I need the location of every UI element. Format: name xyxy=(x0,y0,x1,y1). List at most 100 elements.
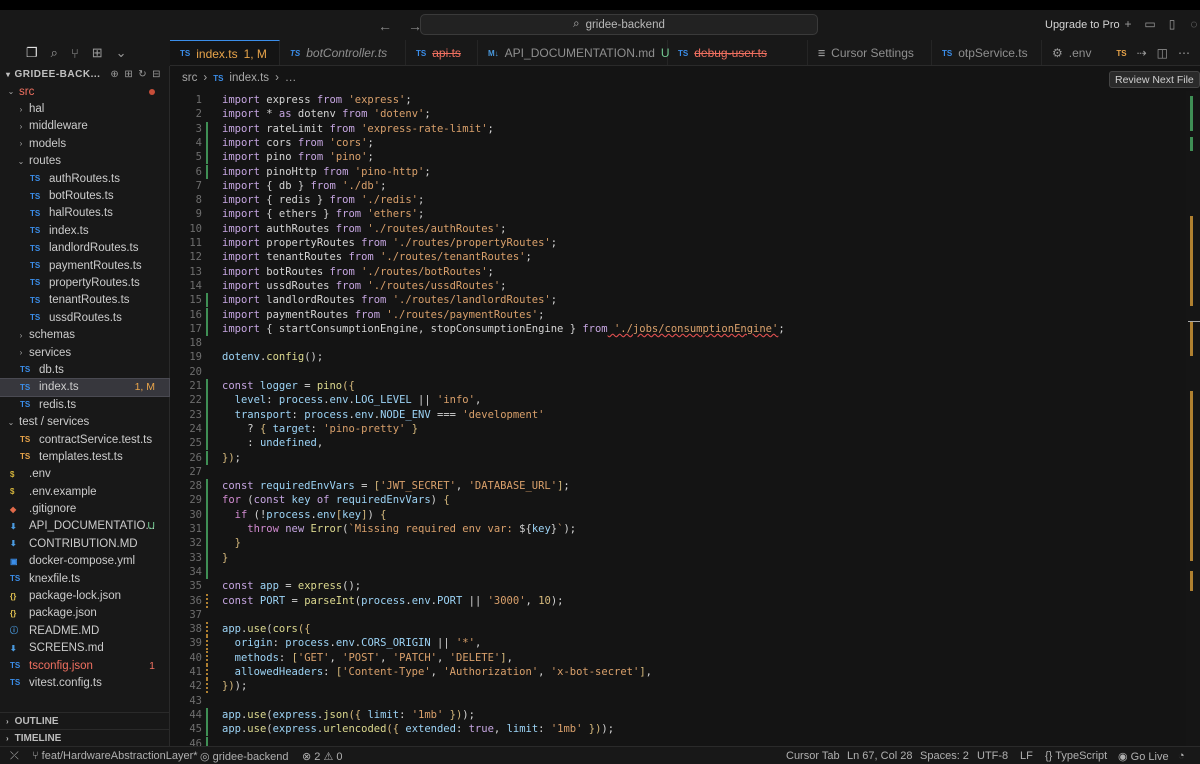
explorer-files-icon[interactable]: ❐ xyxy=(26,45,38,61)
file-item[interactable]: TS contractService.test.ts xyxy=(0,431,169,448)
code-token: , xyxy=(316,437,324,450)
file-item[interactable]: TS templates.test.ts xyxy=(0,448,169,465)
refresh-icon[interactable]: ↻ xyxy=(138,69,147,80)
file-item[interactable]: TS botRoutes.ts xyxy=(0,187,169,204)
cursor-tab-status[interactable]: Cursor Tab xyxy=(786,750,840,762)
file-item[interactable]: TS paymentRoutes.ts xyxy=(0,257,169,274)
file-item[interactable]: TS knexfile.ts xyxy=(0,570,169,587)
cfg-file-icon: TS xyxy=(10,661,21,671)
code-editor[interactable]: 1 import express from 'express'; 2 import *… xyxy=(170,91,1186,746)
toggle-sidebar-icon[interactable]: ▯ xyxy=(1165,17,1179,31)
folder-item[interactable]: ⌄ test / services xyxy=(0,413,169,430)
folder-item[interactable]: ⌄ routes xyxy=(0,153,169,170)
chat-icon[interactable]: ◌ xyxy=(1187,17,1200,31)
file-item[interactable]: TS authRoutes.ts xyxy=(0,170,169,187)
breadcrumb-symbol[interactable]: … xyxy=(285,72,297,84)
file-item[interactable]: TS tsconfig.json 1 xyxy=(0,657,169,674)
eol-status[interactable]: LF xyxy=(1020,750,1033,762)
new-icon[interactable]: + xyxy=(1121,17,1135,31)
file-item[interactable]: ⬇ API_DOCUMENTATIO... U xyxy=(0,518,169,535)
file-item[interactable]: TS db.ts xyxy=(0,361,169,378)
extensions-icon[interactable]: ⊞ xyxy=(92,45,103,61)
file-item[interactable]: ◆ .gitignore xyxy=(0,500,169,517)
new-folder-icon[interactable]: ⊞ xyxy=(124,69,133,80)
file-item[interactable]: TS tenantRoutes.ts xyxy=(0,292,169,309)
project-status[interactable]: ◎ gridee-backend xyxy=(200,750,289,763)
folder-item[interactable]: › schemas xyxy=(0,326,169,343)
new-file-icon[interactable]: ⊕ xyxy=(110,69,119,80)
toggle-panel-icon[interactable]: ▭ xyxy=(1143,17,1157,31)
file-item[interactable]: ▣ docker-compose.yml xyxy=(0,553,169,570)
file-item[interactable]: TS landlordRoutes.ts xyxy=(0,240,169,257)
editor-tab[interactable]: TS debug-user.ts xyxy=(668,40,808,65)
ts-file-icon[interactable]: TS xyxy=(1116,49,1126,58)
editor-tab[interactable]: TS botController.ts xyxy=(280,40,406,65)
editor-tab[interactable]: TS index.ts 1, M xyxy=(170,40,280,65)
code-token: use xyxy=(247,623,267,636)
file-item[interactable]: ⓘ README.MD xyxy=(0,622,169,639)
collapse-all-icon[interactable]: ⊟ xyxy=(152,69,161,80)
line-number: 11 xyxy=(189,237,202,249)
search-view-icon[interactable]: ⌕ xyxy=(51,45,58,61)
file-item[interactable]: TS halRoutes.ts xyxy=(0,205,169,222)
file-item[interactable]: TS redis.ts xyxy=(0,396,169,413)
go-live-status[interactable]: ◉ Go Live xyxy=(1118,750,1169,763)
more-actions-icon[interactable]: ⋯ xyxy=(1178,46,1190,60)
file-item[interactable]: {} package.json xyxy=(0,605,169,622)
scrollbar-minimap[interactable] xyxy=(1186,91,1200,746)
problems-status[interactable]: ⊗ 2 ⚠ 0 xyxy=(302,750,343,763)
back-arrow-icon[interactable]: ← xyxy=(378,18,392,34)
file-item[interactable]: ⬇ SCREENS.md xyxy=(0,640,169,657)
change-marker xyxy=(1190,216,1193,306)
encoding-status[interactable]: UTF-8 xyxy=(977,750,1008,762)
folder-item[interactable]: ⌄ src xyxy=(0,83,169,100)
tab-label: otpService.ts xyxy=(958,46,1028,60)
file-item[interactable]: TS index.ts 1, M xyxy=(0,377,170,398)
explorer-header[interactable]: ▾ GRIDEE-BACK... ⊕ ⊞ ↻ ⊟ xyxy=(0,66,169,83)
folder-item[interactable]: › middleware xyxy=(0,118,169,135)
editor-tab[interactable]: ☰ Cursor Settings xyxy=(808,40,932,65)
code-line: 12 import tenantRoutes from './routes/ten… xyxy=(170,250,1186,264)
upgrade-button[interactable]: Upgrade to Pro xyxy=(1045,19,1120,31)
code-token: key xyxy=(285,494,317,507)
outline-section[interactable]: › OUTLINE xyxy=(0,712,170,729)
breadcrumb-folder[interactable]: src xyxy=(182,72,197,84)
code-token: origin xyxy=(222,637,273,650)
code-line: 2 import * as dotenv from 'dotenv'; xyxy=(170,107,1186,121)
code-line: 32 } xyxy=(170,536,1186,551)
file-item[interactable]: TS ussdRoutes.ts xyxy=(0,309,169,326)
editor-tab[interactable]: M↓ API_DOCUMENTATION.md U xyxy=(478,40,670,65)
file-item[interactable]: TS vitest.config.ts xyxy=(0,674,169,691)
timeline-section[interactable]: › TIMELINE xyxy=(0,729,170,746)
editor-tab[interactable]: ⚙ .env xyxy=(1042,40,1112,65)
editor-tab[interactable]: TS otpService.ts xyxy=(932,40,1042,65)
source-control-icon[interactable]: ⑂ xyxy=(71,46,79,61)
file-item[interactable]: TS index.ts xyxy=(0,222,169,239)
breadcrumb-file[interactable]: index.ts xyxy=(229,72,269,84)
file-item[interactable]: ⬇ CONTRIBUTION.MD xyxy=(0,535,169,552)
notifications-bell-icon[interactable]: ◔ xyxy=(1178,750,1185,762)
code-token: allowedHeaders xyxy=(222,666,324,678)
remote-icon[interactable]: ⤫ xyxy=(10,750,19,763)
line-col-status[interactable]: Ln 67, Col 28 xyxy=(847,750,912,762)
more-views-chevron-icon[interactable]: ⌄ xyxy=(116,45,127,61)
folder-item[interactable]: › hal xyxy=(0,100,169,117)
tree-item-label: authRoutes.ts xyxy=(49,172,120,185)
file-item[interactable]: $ .env.example xyxy=(0,483,169,500)
split-editor-icon[interactable]: ◫ xyxy=(1157,46,1168,60)
folder-item[interactable]: › models xyxy=(0,135,169,152)
code-token: 'development' xyxy=(462,408,545,421)
code-token: ) xyxy=(430,494,444,507)
folder-item[interactable]: › services xyxy=(0,344,169,361)
file-item[interactable]: {} package-lock.json xyxy=(0,587,169,604)
review-next-file-icon[interactable]: ⇢ xyxy=(1137,46,1147,60)
language-status[interactable]: {} TypeScript xyxy=(1045,750,1107,762)
branch-status[interactable]: ⑂ feat/HardwareAbstractionLayer* xyxy=(32,750,198,762)
indent-status[interactable]: Spaces: 2 xyxy=(920,750,969,762)
file-item[interactable]: TS propertyRoutes.ts xyxy=(0,274,169,291)
file-item[interactable]: $ .env xyxy=(0,466,169,483)
editor-tab[interactable]: TS api.ts xyxy=(406,40,478,65)
code-token: use xyxy=(247,723,267,736)
tree-item-label: routes xyxy=(29,155,61,168)
command-center-search[interactable]: ⌕ gridee-backend xyxy=(420,14,818,35)
